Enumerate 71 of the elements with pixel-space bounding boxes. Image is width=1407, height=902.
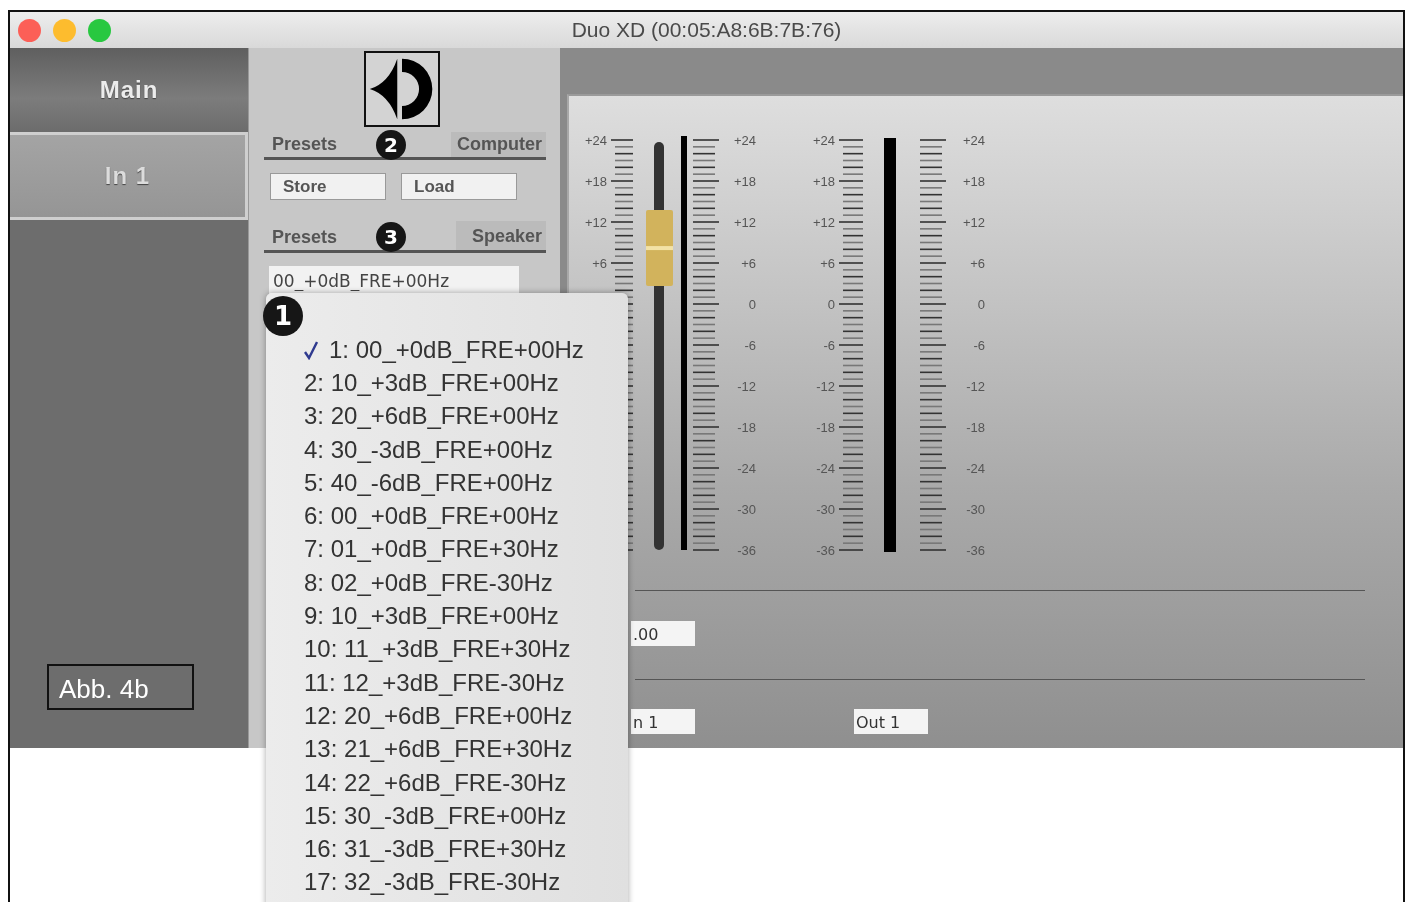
scale-label: -36 xyxy=(737,543,756,558)
menu-item[interactable]: 2: 10_+3dB_FRE+00Hz xyxy=(266,366,628,400)
scale-label: -6 xyxy=(973,338,985,353)
scale-label: +24 xyxy=(733,133,756,148)
scale-label: 0 xyxy=(977,297,985,312)
figure-label: Abb. 4b xyxy=(47,664,194,710)
menu-item[interactable]: 9: 10_+3dB_FRE+00Hz xyxy=(266,599,628,633)
speaker-logo-icon xyxy=(364,51,440,127)
scale-label: +18 xyxy=(584,174,607,189)
scale-label: -30 xyxy=(737,502,756,517)
scale-label: -18 xyxy=(816,420,835,435)
scale-label: +18 xyxy=(812,174,835,189)
scale-label: +12 xyxy=(733,215,756,230)
scale-label: +12 xyxy=(962,215,985,230)
menu-item[interactable]: 10: 11_+3dB_FRE+30Hz xyxy=(266,632,628,666)
scale-label: -24 xyxy=(816,461,835,476)
menu-item[interactable]: 15: 30_-3dB_FRE+00Hz xyxy=(266,799,628,833)
scale-label: +12 xyxy=(812,215,835,230)
preset-button[interactable]: Load xyxy=(401,173,517,200)
scale-label: +24 xyxy=(812,133,835,148)
scale-label: +24 xyxy=(962,133,985,148)
scale-label: -6 xyxy=(744,338,756,353)
scale-label: +12 xyxy=(584,215,607,230)
menu-item[interactable]: 17: 32_-3dB_FRE-30Hz xyxy=(266,865,628,900)
menu-item[interactable]: 13: 21_+6dB_FRE+30Hz xyxy=(266,732,628,766)
scale-label: -30 xyxy=(816,502,835,517)
routing-field[interactable]: Out 1 xyxy=(854,709,928,734)
preset-button[interactable]: Store xyxy=(270,173,386,200)
menu-item[interactable]: 6: 00_+0dB_FRE+00Hz xyxy=(266,499,628,533)
menu-item[interactable]: 8: 02_+0dB_FRE-30Hz xyxy=(266,566,628,600)
menu-item[interactable]: 1: 00_+0dB_FRE+00Hz xyxy=(266,333,628,367)
scale-label: +24 xyxy=(584,133,607,148)
source-label: Speaker xyxy=(455,221,546,250)
routing-field[interactable]: n 1 xyxy=(631,709,695,734)
scale-label: -30 xyxy=(966,502,985,517)
window-title: Duo XD (00:05:A8:6B:7B:76) xyxy=(571,18,842,41)
scale-label: 0 xyxy=(827,297,835,312)
scale-label: -24 xyxy=(737,461,756,476)
menu-item[interactable]: 11: 12_+3dB_FRE-30Hz xyxy=(266,665,628,700)
minimize-button[interactable] xyxy=(53,18,76,42)
scale-label: +18 xyxy=(733,174,756,189)
scale-label: -12 xyxy=(737,379,756,394)
preset-field[interactable]: 00_+0dB_FRE+00Hz xyxy=(269,266,519,296)
scale-label: +6 xyxy=(592,256,607,271)
scale-label: -36 xyxy=(966,543,985,558)
menu-item[interactable]: 4: 30_-3dB_FRE+00Hz xyxy=(266,432,628,467)
menu-item[interactable]: 7: 01_+0dB_FRE+30Hz xyxy=(266,532,628,567)
scale-label: -12 xyxy=(966,379,985,394)
scale-label: +6 xyxy=(820,256,835,271)
scale-label: -36 xyxy=(816,543,835,558)
menu-item[interactable]: 14: 22_+6dB_FRE-30Hz xyxy=(266,765,628,800)
scale-label: +18 xyxy=(962,174,985,189)
menu-item[interactable]: 16: 31_-3dB_FRE+30Hz xyxy=(266,832,628,866)
close-button[interactable] xyxy=(18,18,41,42)
source-label: Computer xyxy=(451,132,546,157)
gain-field[interactable]: .00 xyxy=(631,621,695,646)
scale-label: -24 xyxy=(966,461,985,476)
scale-label: +6 xyxy=(741,256,756,271)
zoom-button[interactable] xyxy=(88,18,111,42)
scale-label: -18 xyxy=(966,420,985,435)
scale-label: +6 xyxy=(970,256,985,271)
scale-label: 0 xyxy=(748,297,756,312)
scale-label: -12 xyxy=(816,379,835,394)
section-title: Presets xyxy=(271,134,338,156)
section-title: Presets xyxy=(271,227,338,249)
menu-item[interactable]: 12: 20_+6dB_FRE+00Hz xyxy=(266,699,628,733)
menu-item[interactable]: 3: 20_+6dB_FRE+00Hz xyxy=(266,399,628,433)
menu-item[interactable]: 5: 40_-6dB_FRE+00Hz xyxy=(266,466,628,500)
scale-label: -18 xyxy=(737,420,756,435)
scale-label: -6 xyxy=(823,338,835,353)
fader-thumb[interactable] xyxy=(646,210,673,287)
